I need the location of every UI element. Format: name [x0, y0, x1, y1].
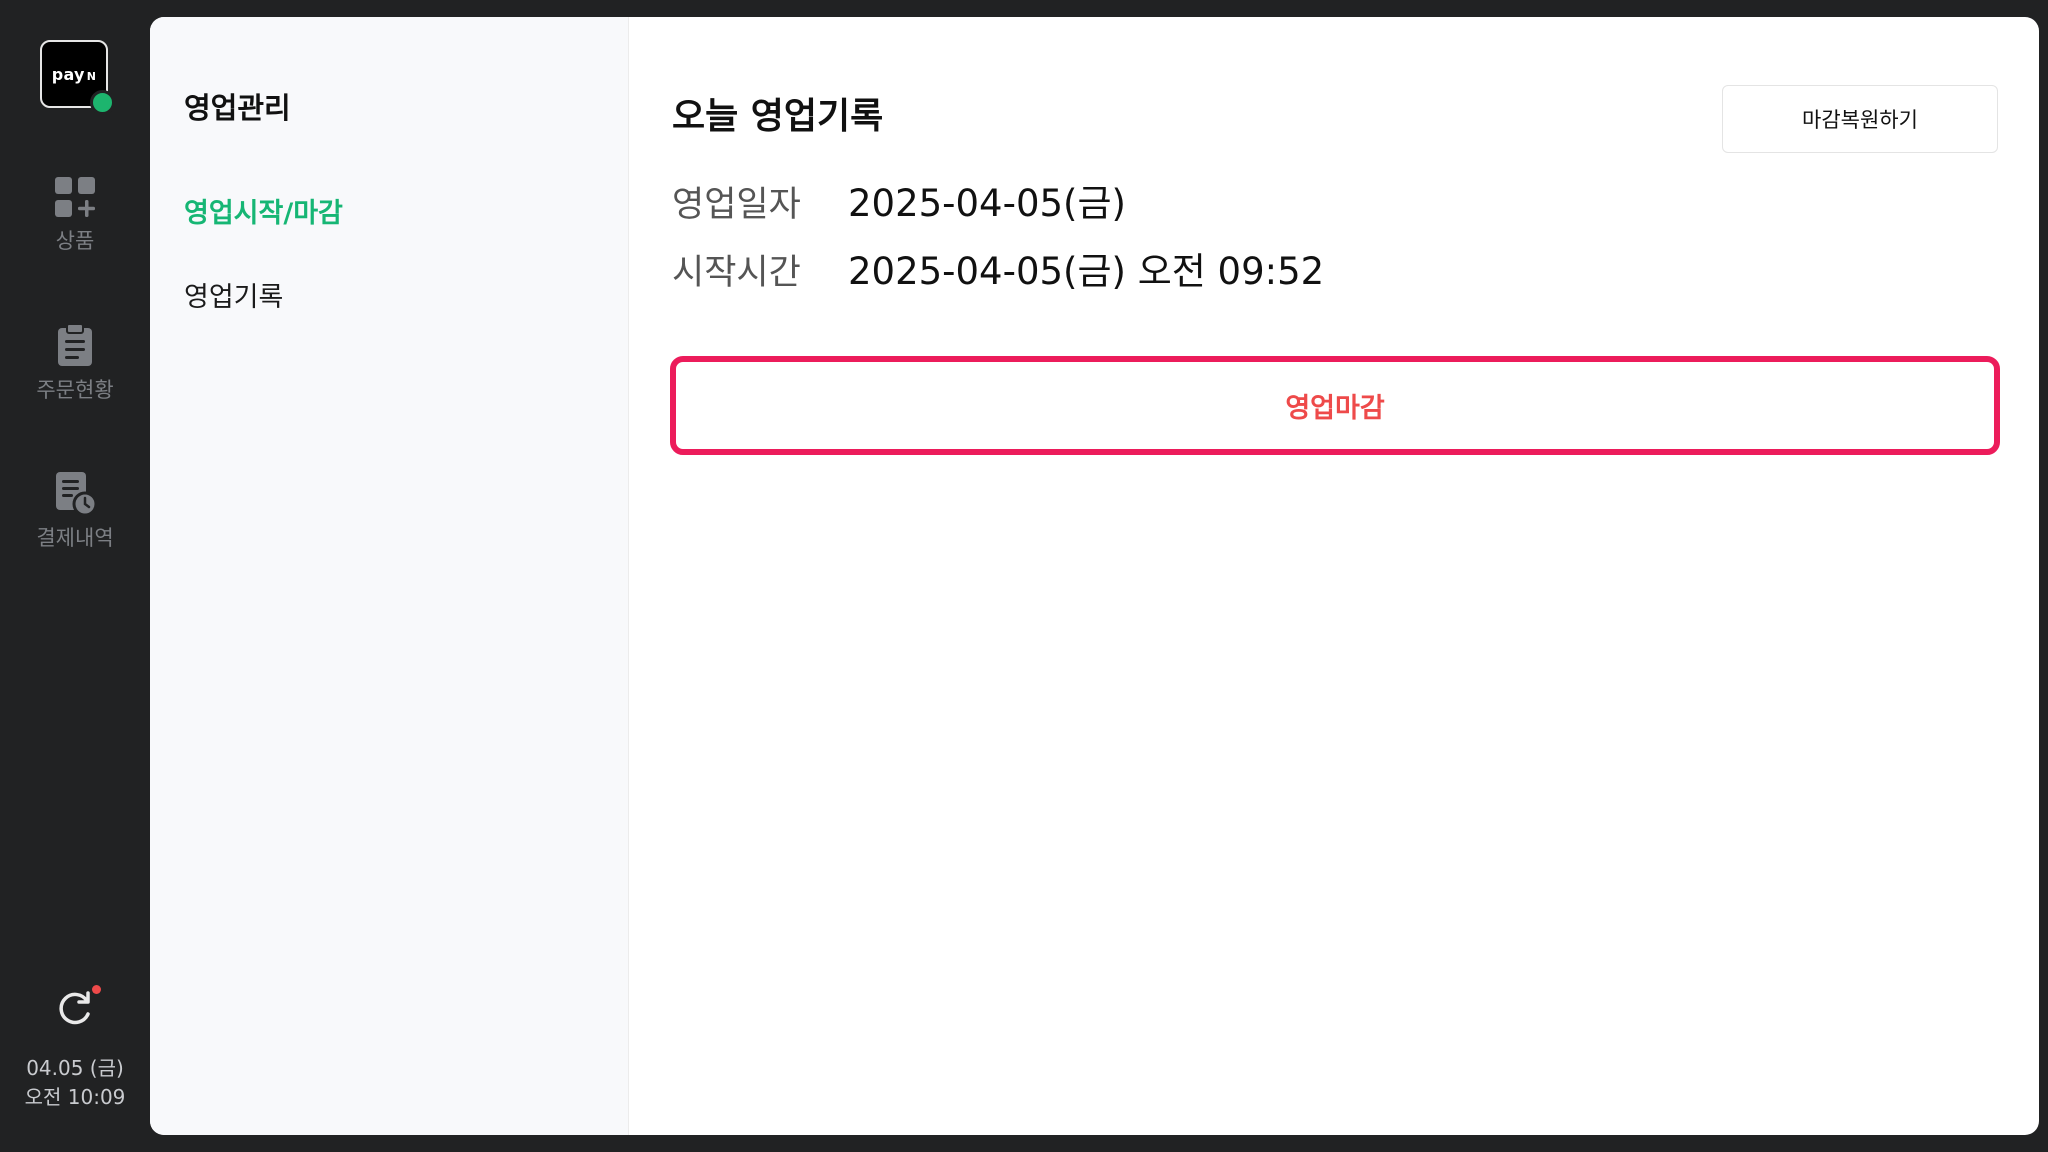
main-content: 오늘 영업기록 마감복원하기 영업일자 2025-04-05(금) 시작시간 2… [628, 17, 2039, 1135]
rail-item-products[interactable]: 상품 [0, 175, 150, 255]
info-row-start-time: 시작시간 2025-04-05(금) 오전 09:52 [672, 241, 1324, 295]
current-time: 오전 10:09 [24, 1085, 126, 1109]
online-status-dot [90, 90, 115, 115]
close-business-button[interactable]: 영업마감 [670, 356, 2000, 455]
restore-close-button[interactable]: 마감복원하기 [1722, 85, 1998, 153]
subnav-item-records[interactable]: 영업기록 [184, 275, 283, 314]
clipboard-icon [58, 323, 92, 366]
logo-mark: N [86, 69, 97, 83]
rail-item-payments[interactable]: 결제내역 [0, 470, 150, 552]
info-value: 2025-04-05(금) [848, 182, 1126, 225]
rail-item-label: 결제내역 [36, 526, 114, 550]
left-rail: pay N 상품 주문현황 결제내역 04.05 (금) 오전 10:09 [0, 0, 150, 1152]
info-label: 시작시간 [672, 253, 801, 293]
app-logo[interactable]: pay N [40, 40, 115, 115]
grid-plus-icon [55, 177, 95, 217]
receipt-clock-icon [56, 472, 97, 516]
current-date: 04.05 (금) [26, 1056, 124, 1080]
close-business-label: 영업마감 [1285, 393, 1385, 424]
info-label: 영업일자 [672, 185, 801, 225]
subnav-item-open-close[interactable]: 영업시작/마감 [184, 191, 343, 230]
notification-dot [92, 985, 101, 994]
refresh-icon[interactable] [55, 988, 95, 1028]
page-title: 오늘 영업기록 [672, 96, 884, 137]
sub-navigation: 영업관리 영업시작/마감 영업기록 [150, 17, 629, 1135]
logo-text: pay [51, 64, 85, 84]
subnav-title: 영업관리 [184, 91, 291, 125]
info-value: 2025-04-05(금) 오전 09:52 [848, 250, 1325, 293]
info-row-business-date: 영업일자 2025-04-05(금) [672, 173, 1126, 227]
rail-item-orders[interactable]: 주문현황 [0, 322, 150, 404]
content-panel: 영업관리 영업시작/마감 영업기록 오늘 영업기록 마감복원하기 영업일자 20… [150, 17, 2039, 1135]
rail-item-label: 상품 [55, 229, 95, 253]
rail-item-label: 주문현황 [36, 378, 114, 402]
